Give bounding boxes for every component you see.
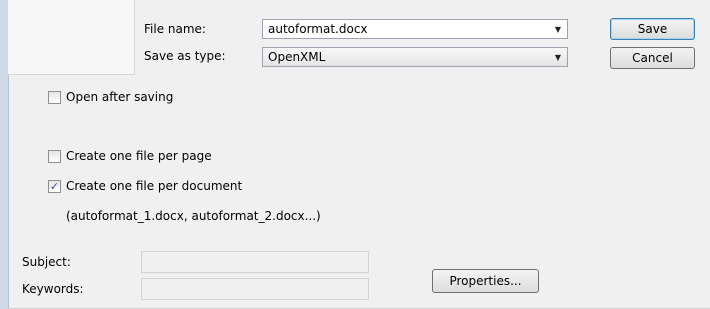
keywords-label: Keywords:: [22, 282, 84, 296]
file-name-value[interactable]: autoformat.docx: [268, 22, 368, 36]
subject-input[interactable]: [141, 251, 369, 273]
subject-label: Subject:: [22, 255, 71, 269]
navigation-pane: [8, 0, 135, 75]
chevron-down-icon[interactable]: ▼: [549, 20, 567, 38]
cancel-button[interactable]: Cancel: [610, 47, 695, 69]
save-button[interactable]: Save: [610, 18, 695, 40]
one-file-per-document-checkbox[interactable]: ✓: [48, 180, 61, 193]
file-name-label: File name:: [144, 22, 206, 36]
open-after-saving-checkbox[interactable]: [48, 91, 61, 104]
save-as-type-dropdown[interactable]: OpenXML ▼: [262, 47, 568, 67]
one-file-per-page-checkbox[interactable]: [48, 150, 61, 163]
one-file-per-page-label[interactable]: Create one file per page: [66, 149, 212, 163]
file-naming-example: (autoformat_1.docx, autoformat_2.docx...…: [66, 209, 321, 223]
chevron-down-icon[interactable]: ▼: [549, 48, 567, 66]
open-after-saving-label[interactable]: Open after saving: [66, 90, 173, 104]
one-file-per-document-label[interactable]: Create one file per document: [66, 179, 242, 193]
properties-button[interactable]: Properties...: [432, 269, 539, 293]
checkmark-icon: ✓: [49, 180, 60, 193]
save-as-type-value: OpenXML: [268, 50, 326, 64]
file-name-combobox[interactable]: autoformat.docx ▼: [262, 19, 568, 39]
keywords-input[interactable]: [141, 278, 369, 300]
save-as-type-label: Save as type:: [144, 49, 226, 63]
